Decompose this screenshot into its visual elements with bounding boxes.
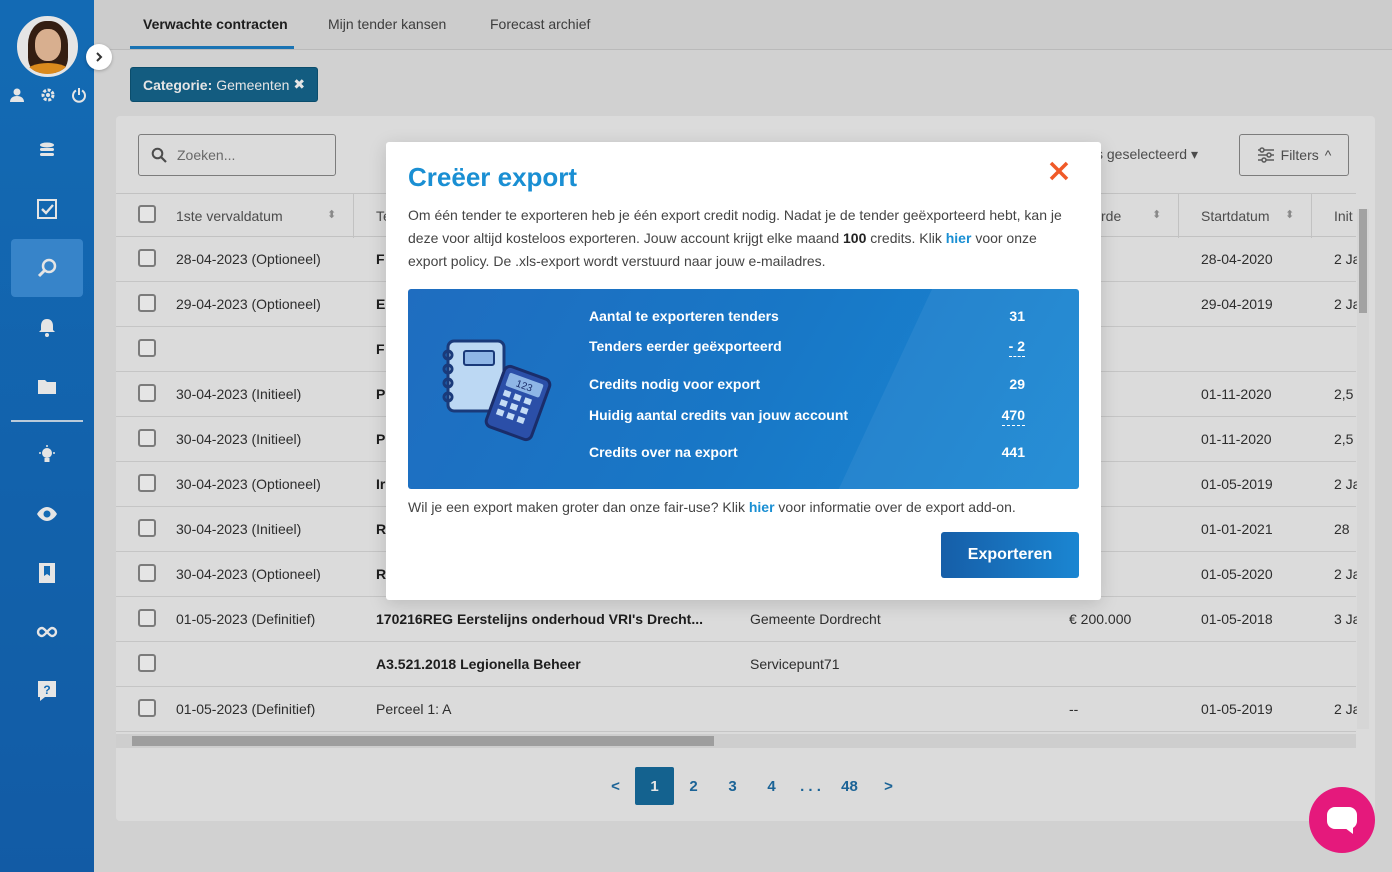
modal-text-part: credits. Klik <box>870 230 942 246</box>
chevron-right-icon <box>96 52 103 62</box>
modal-description: Om één tender te exporteren heb je één e… <box>408 204 1078 273</box>
chat-icon <box>1327 807 1357 834</box>
summary-row-current: Huidig aantal credits van jouw account 4… <box>589 407 1025 426</box>
export-addon-link[interactable]: hier <box>749 499 775 515</box>
summary-label: Credits over na export <box>589 444 738 460</box>
summary-row-exported: Tenders eerder geëxporteerd - 2 <box>589 338 1025 357</box>
export-policy-link[interactable]: hier <box>946 230 972 246</box>
chat-button[interactable] <box>1309 787 1375 853</box>
summary-row-remaining: Credits over na export 441 <box>589 444 1025 460</box>
summary-value: 29 <box>1009 376 1025 392</box>
footnote-text: voor informatie over de export add-on. <box>778 499 1016 515</box>
summary-row-tenders: Aantal te exporteren tenders 31 <box>589 308 1025 324</box>
calculator-notebook-icon: 123 <box>442 339 552 442</box>
export-button[interactable]: Exporteren <box>941 532 1079 578</box>
summary-value: 441 <box>1001 444 1025 460</box>
summary-label: Credits nodig voor export <box>589 376 761 392</box>
close-icon[interactable] <box>1048 160 1070 182</box>
sidebar-expand-button[interactable] <box>86 44 112 70</box>
summary-label: Huidig aantal credits van jouw account <box>589 407 849 423</box>
export-summary: 123 Aantal te exporteren tenders 31 Tend… <box>408 289 1079 489</box>
modal-footnote: Wil je een export maken groter dan onze … <box>408 499 1016 515</box>
footnote-text: Wil je een export maken groter dan onze … <box>408 499 745 515</box>
summary-label: Aantal te exporteren tenders <box>589 308 779 324</box>
summary-value: 31 <box>1009 308 1025 324</box>
summary-value: - 2 <box>1008 338 1025 357</box>
summary-label: Tenders eerder geëxporteerd <box>589 338 782 354</box>
summary-value: 470 <box>1001 407 1025 426</box>
modal-title: Creëer export <box>408 162 578 192</box>
monthly-credits: 100 <box>843 230 867 246</box>
summary-row-needed: Credits nodig voor export 29 <box>589 376 1025 392</box>
export-modal: Creëer export Om één tender te exportere… <box>386 142 1101 600</box>
